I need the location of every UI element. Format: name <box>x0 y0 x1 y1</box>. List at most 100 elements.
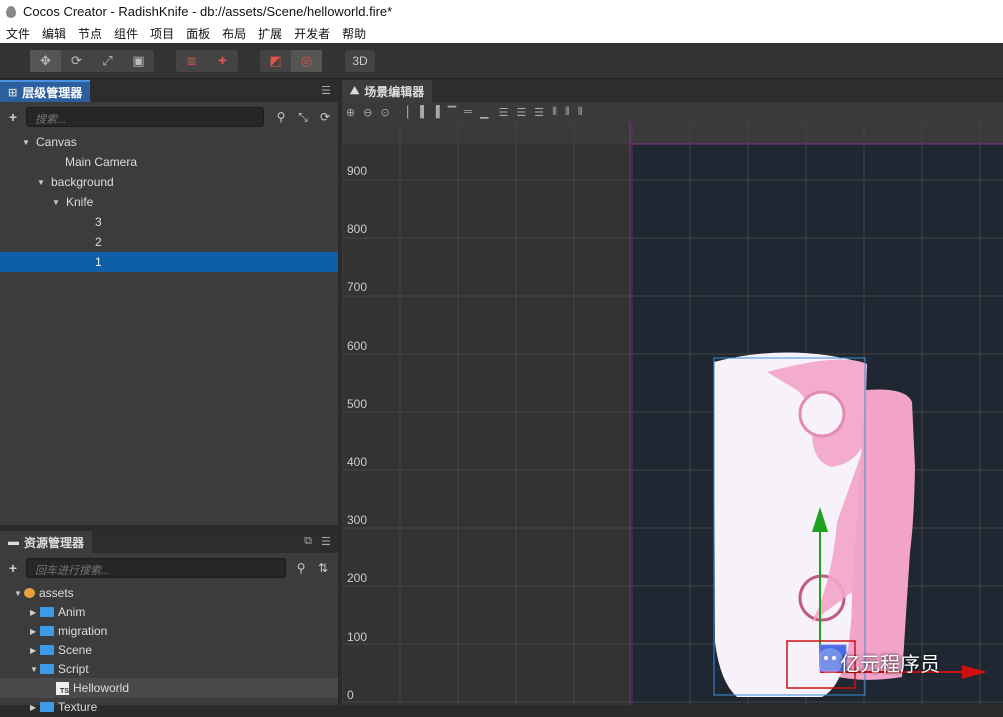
align-right-icon[interactable]: ▐ <box>432 106 440 118</box>
hierarchy-node-label: 3 <box>95 215 102 229</box>
title-bar: Cocos Creator - RadishKnife - db://asset… <box>0 0 1003 23</box>
expand-right-icon[interactable]: ▶ <box>30 627 40 636</box>
refresh-icon[interactable]: ⟳ <box>314 110 336 124</box>
search-icon[interactable]: ⚲ <box>290 561 312 575</box>
hierarchy-node[interactable]: ▼ background <box>0 172 338 192</box>
mode-3d-button[interactable]: 3D <box>345 50 375 72</box>
tab-scene[interactable]: ⛰ 场景编辑器 <box>342 80 433 102</box>
distribute-vcenter-icon[interactable]: ☰ <box>516 106 526 119</box>
menu-layout[interactable]: 布局 <box>216 25 252 42</box>
distribute-left-icon[interactable]: ⦀ <box>552 106 557 119</box>
distribute-bottom-icon[interactable]: ☰ <box>534 106 544 119</box>
menu-project[interactable]: 项目 <box>144 25 180 42</box>
asset-item[interactable]: ▶ Texture <box>0 697 338 717</box>
expand-right-icon[interactable]: ▶ <box>30 646 40 655</box>
menu-help[interactable]: 帮助 <box>336 25 372 42</box>
zoom-in-icon[interactable]: ⊕ <box>346 106 355 119</box>
asset-item[interactable]: TS Helloworld <box>0 678 338 698</box>
y-ruler-tick-label: 400 <box>347 455 368 469</box>
add-asset-icon[interactable]: + <box>0 560 26 576</box>
move-tool-icon[interactable]: ✥ <box>30 50 61 72</box>
asset-item[interactable]: ▶ Anim <box>0 602 338 622</box>
pivot-center-icon[interactable]: ✚ <box>207 50 238 72</box>
menu-file[interactable]: 文件 <box>0 25 36 42</box>
asset-item[interactable]: ▼ assets <box>0 583 338 603</box>
distribute-hcenter-icon[interactable]: ⦀ <box>565 106 570 119</box>
align-vcenter-icon[interactable]: ═ <box>464 106 472 118</box>
assets-search-input[interactable]: 回车进行搜索... <box>26 558 286 578</box>
pivot-local-icon[interactable]: ▥ <box>176 50 207 72</box>
align-top-icon[interactable]: ▔ <box>448 106 456 119</box>
assets-tabbar: ▬ 资源管理器 ⧉ ☰ <box>0 531 338 553</box>
menu-edit[interactable]: 编辑 <box>36 25 72 42</box>
menu-developer[interactable]: 开发者 <box>288 25 336 42</box>
hierarchy-node[interactable]: ▼ Canvas <box>0 132 338 152</box>
scene-viewport[interactable] <box>342 122 1003 705</box>
asset-item-label: Texture <box>58 700 98 714</box>
asset-item-label: migration <box>58 624 108 638</box>
rotate-tool-icon[interactable]: ⟳ <box>61 50 92 72</box>
asset-item-label: Script <box>58 662 89 676</box>
hierarchy-node[interactable]: 1 <box>0 252 338 272</box>
tab-hierarchy[interactable]: ⊞ 层级管理器 <box>0 80 91 102</box>
hierarchy-node[interactable]: 3 <box>0 212 338 232</box>
preview-icon[interactable]: ◎ <box>291 50 322 72</box>
snap-icon[interactable]: ◩ <box>260 50 291 72</box>
align-left-icon[interactable]: ▕ <box>400 106 408 119</box>
distribute-top-icon[interactable]: ☰ <box>498 106 508 119</box>
scene-tabbar: ⛰ 场景编辑器 <box>342 80 1003 102</box>
add-node-icon[interactable]: + <box>0 109 26 125</box>
assets-menu-icon[interactable]: ☰ <box>321 535 331 548</box>
popout-icon[interactable]: ⧉ <box>304 535 312 548</box>
scene-tab-icon: ⛰ <box>350 84 360 97</box>
asset-item[interactable]: ▼ Script <box>0 659 338 679</box>
sort-icon[interactable]: ⇅ <box>312 561 334 575</box>
hierarchy-node-label: Main Camera <box>65 155 138 169</box>
scale-tool-icon[interactable]: ⤢ <box>92 50 123 72</box>
typescript-file-icon: TS <box>56 681 69 695</box>
expand-down-icon[interactable]: ▼ <box>52 198 62 207</box>
expand-right-icon[interactable]: ▶ <box>30 608 40 617</box>
main-toolbar: ✥ ⟳ ⤢ ▣ ▥ ✚ ◩ ◎ <box>0 43 1003 79</box>
distribute-right-icon[interactable]: ⦀ <box>578 106 583 119</box>
asset-item-label: Scene <box>58 643 93 657</box>
hierarchy-panel: ⊞ 层级管理器 ☰ + 搜索... ⚲ ⤡ ⟳ ▼ Canvas Main Came… <box>0 80 338 525</box>
rect-tool-icon[interactable]: ▣ <box>123 50 154 72</box>
hierarchy-search-input[interactable]: 搜索... <box>26 107 264 127</box>
y-ruler-tick-label: 900 <box>347 164 368 178</box>
asset-item[interactable]: ▶ migration <box>0 621 338 641</box>
zoom-out-icon[interactable]: ⊖ <box>363 106 372 119</box>
asset-item-label: assets <box>39 586 74 600</box>
hierarchy-node[interactable]: Main Camera <box>0 152 338 172</box>
expand-right-icon[interactable]: ▶ <box>30 703 40 712</box>
watermark-text: 亿元程序员 <box>840 654 940 676</box>
expand-down-icon[interactable]: ▼ <box>30 665 40 674</box>
folder-icon <box>40 626 54 636</box>
align-bottom-icon[interactable]: ▁ <box>480 106 488 119</box>
folder-icon <box>40 702 54 712</box>
zoom-reset-icon[interactable]: ⊙ <box>380 106 389 119</box>
locate-icon[interactable]: ⤡ <box>292 110 314 125</box>
panel-menu-icon[interactable]: ☰ <box>321 84 331 97</box>
scene-tab-label: 场景编辑器 <box>364 84 425 99</box>
hierarchy-node-label: Knife <box>66 195 94 209</box>
hierarchy-node[interactable]: ▼ Knife <box>0 192 338 212</box>
y-ruler-tick-label: 0 <box>347 687 354 702</box>
y-ruler-tick-label: 300 <box>347 513 368 528</box>
asset-item[interactable]: ▶ Scene <box>0 640 338 660</box>
window-title: Cocos Creator - RadishKnife - db://asset… <box>23 4 393 19</box>
menu-component[interactable]: 组件 <box>108 25 144 42</box>
expand-down-icon[interactable]: ▼ <box>37 178 47 187</box>
hierarchy-search-row: + 搜索... ⚲ ⤡ ⟳ <box>0 103 338 131</box>
align-hcenter-icon[interactable]: ▐ <box>416 106 424 118</box>
expand-down-icon[interactable]: ▼ <box>22 138 32 147</box>
scene-toolbar: ⊕ ⊖ ⊙ ▕ ▐ ▐ ▔ ═ ▁ ☰ ☰ ☰ ⦀ ⦀ ⦀ <box>342 102 1003 122</box>
menu-extension[interactable]: 扩展 <box>252 25 288 42</box>
tab-assets[interactable]: ▬ 资源管理器 <box>0 531 93 553</box>
menu-node[interactable]: 节点 <box>72 25 108 42</box>
search-icon[interactable]: ⚲ <box>270 110 292 124</box>
database-icon <box>24 588 35 598</box>
menu-panel[interactable]: 面板 <box>180 25 216 42</box>
hierarchy-node[interactable]: 2 <box>0 232 338 252</box>
expand-down-icon[interactable]: ▼ <box>14 589 24 598</box>
